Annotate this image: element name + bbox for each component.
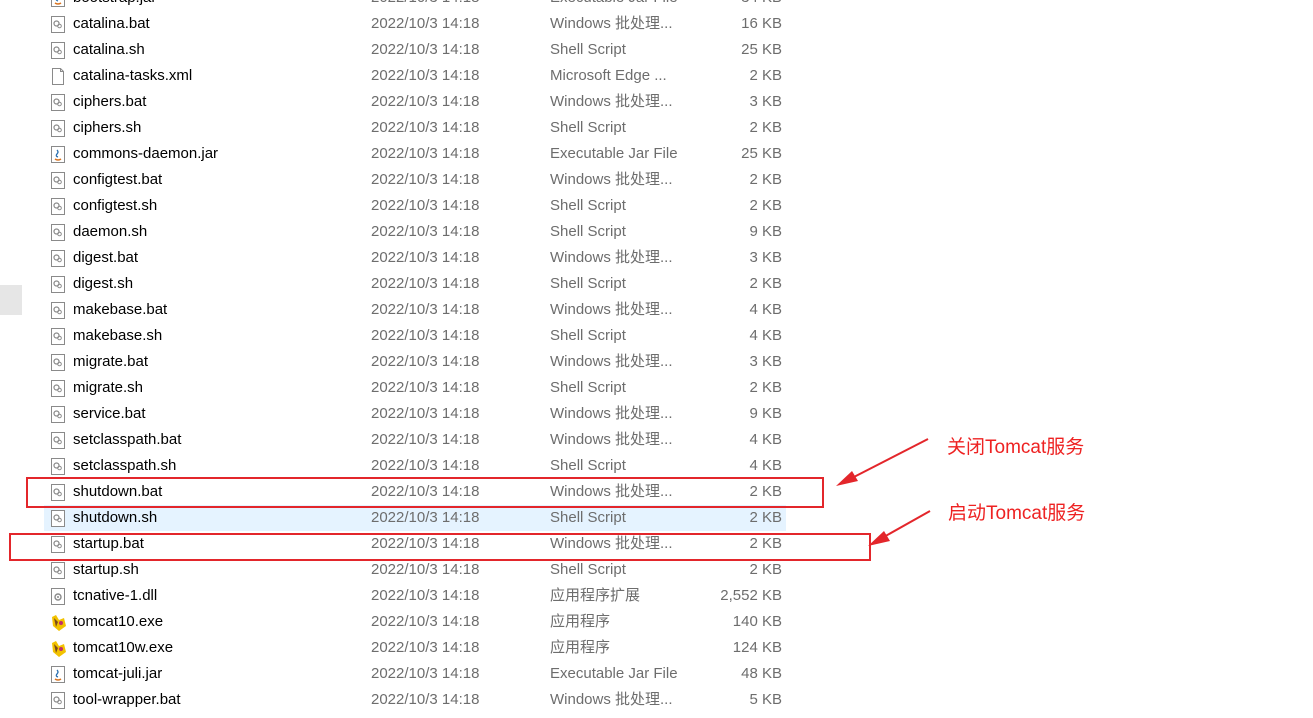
startup-annotation-label: 启动Tomcat服务 (948, 503, 1086, 524)
shutdown-annotation-label: 关闭Tomcat服务 (947, 437, 1085, 458)
shutdown-arrow (836, 438, 929, 486)
annotation-arrows (836, 438, 931, 546)
startup-arrow (868, 510, 931, 546)
